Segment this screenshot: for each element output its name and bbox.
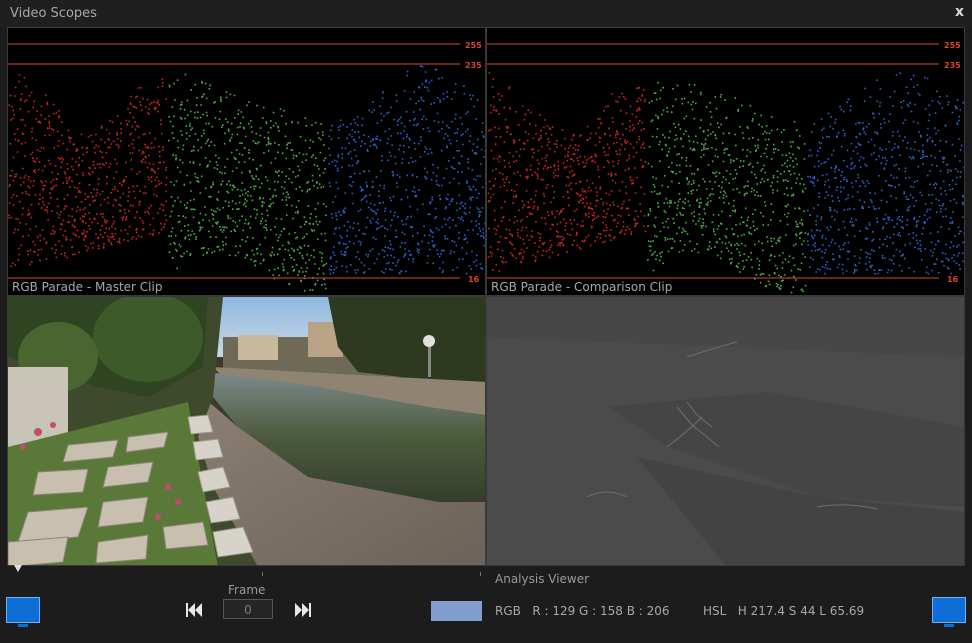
- master-viewer[interactable]: [7, 296, 486, 566]
- comparison-blue-waveform: [807, 72, 964, 275]
- control-bar: Frame 0 Analysis Viewer RGB R : 129 G : …: [0, 565, 972, 643]
- timeline-tick: [480, 572, 481, 576]
- master-scope-panel: 255 235 16 RGB Parade - Master Clip: [7, 27, 486, 296]
- frame-label: Frame: [228, 583, 266, 597]
- green-channel-trace: [168, 73, 328, 292]
- analysis-viewer[interactable]: [486, 296, 965, 566]
- title-bar: Video Scopes x: [0, 0, 972, 27]
- analysis-frame-image: [487, 297, 964, 565]
- master-scope-label: RGB Parade - Master Clip: [12, 280, 163, 294]
- window-title: Video Scopes: [10, 6, 97, 21]
- level-16-label: 16: [947, 275, 959, 284]
- green-channel-trace: [647, 81, 807, 294]
- master-green-waveform: [168, 73, 328, 292]
- red-channel-trace: [8, 74, 168, 267]
- level-255-label: 255: [465, 41, 482, 50]
- master-rgb-parade: 255 235 16: [8, 41, 485, 292]
- comparison-green-waveform: [647, 81, 807, 294]
- level-16-label: 16: [468, 275, 480, 284]
- rgb-readout: RGB R : 129 G : 158 B : 206: [495, 604, 670, 618]
- fast-forward-icon[interactable]: [292, 603, 312, 617]
- comparison-scope-label: RGB Parade - Comparison Clip: [491, 280, 673, 294]
- timeline-tick: [262, 572, 263, 576]
- hsl-readout: HSL H 217.4 S 44 L 65.69: [703, 604, 865, 618]
- master-red-waveform: [8, 74, 168, 267]
- color-swatch: [431, 601, 482, 621]
- timeline-scrubber[interactable]: [8, 565, 484, 576]
- master-frame-image: [8, 297, 485, 565]
- video-scopes-window: Video Scopes x 255 235 16 RGB Parade - M…: [0, 0, 972, 643]
- monitor-icon[interactable]: [932, 597, 966, 627]
- comparison-scope-panel: 255 235 16 RGB Parade - Comparison Clip: [486, 27, 965, 296]
- rewind-icon[interactable]: [185, 603, 205, 617]
- level-235-label: 235: [944, 61, 961, 70]
- playhead-marker[interactable]: [14, 565, 22, 572]
- close-icon[interactable]: x: [955, 4, 964, 20]
- blue-channel-trace: [328, 65, 485, 275]
- frame-number-input[interactable]: 0: [223, 599, 273, 619]
- comparison-red-waveform: [487, 72, 647, 272]
- master-blue-waveform: [328, 65, 485, 275]
- comparison-rgb-parade: 255 235 16: [487, 41, 964, 294]
- level-255-label: 255: [944, 41, 961, 50]
- monitor-icon[interactable]: [6, 597, 40, 627]
- analysis-viewer-title: Analysis Viewer: [495, 572, 590, 586]
- red-channel-trace: [487, 72, 647, 272]
- blue-channel-trace: [807, 72, 964, 275]
- level-235-label: 235: [465, 61, 482, 70]
